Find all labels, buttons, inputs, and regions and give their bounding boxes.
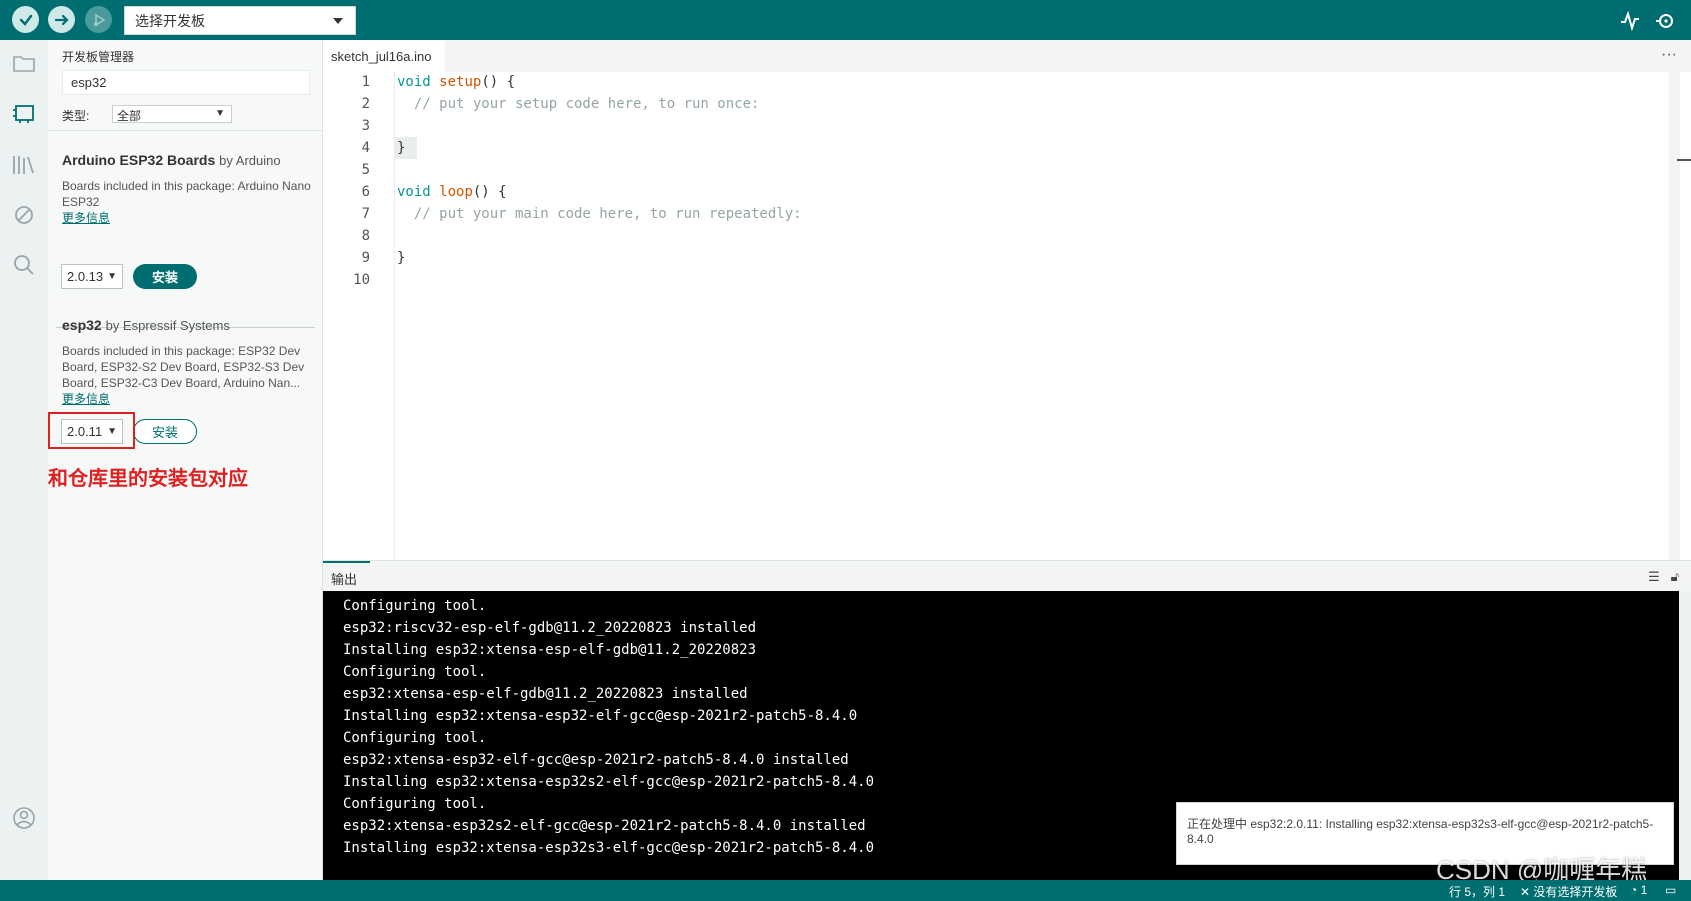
arrow-right-icon	[54, 14, 69, 25]
line-number-gutter: 1 2 3 4 5 6 7 8 9 10	[323, 72, 395, 560]
console-line: Configuring tool.	[343, 598, 487, 614]
line-number: 6	[361, 184, 370, 200]
package-name: Arduino ESP32 Boards	[62, 152, 216, 168]
library-icon[interactable]	[11, 152, 37, 178]
package-description: Boards included in this package: ESP32 D…	[62, 344, 305, 390]
version-value: 2.0.13	[67, 269, 104, 284]
more-options-icon[interactable]: ···	[1661, 46, 1677, 64]
code-line: // put your main code here, to run repea…	[397, 206, 802, 222]
caret-down-icon	[333, 18, 343, 24]
board-search-input[interactable]: esp32	[62, 70, 310, 95]
folder-icon[interactable]	[11, 50, 37, 76]
account-icon[interactable]	[11, 805, 37, 831]
line-number: 5	[361, 162, 370, 178]
line-number: 1	[361, 74, 370, 90]
layout-icon[interactable]: ▭	[1665, 883, 1676, 897]
verify-button[interactable]	[12, 6, 39, 33]
console-line: esp32:riscv32-esp-elf-gdb@11.2_20220823 …	[343, 620, 757, 636]
console-line: esp32:xtensa-esp32-elf-gcc@esp-2021r2-pa…	[343, 752, 849, 768]
console-line: Installing esp32:xtensa-esp32-elf-gcc@es…	[343, 708, 858, 724]
search-icon[interactable]	[11, 252, 37, 278]
code-line: // put your setup code here, to run once…	[397, 96, 760, 112]
more-info-link[interactable]: 更多信息	[62, 391, 312, 407]
clear-output-icon[interactable]: ☰	[1648, 569, 1660, 584]
package-author: by Espressif Systems	[105, 318, 230, 333]
version-select[interactable]: 2.0.13 ▼	[61, 264, 123, 289]
editor-scrollbar[interactable]	[1669, 72, 1680, 560]
annotation-text: 和仓库里的安装包对应	[48, 468, 248, 490]
debug-icon	[93, 13, 106, 26]
line-number: 3	[361, 118, 370, 134]
install-button[interactable]: 安装	[133, 419, 197, 444]
package-author: by Arduino	[219, 153, 281, 168]
output-actions: ☰ 🔓︎	[1648, 569, 1679, 585]
package-esp32: esp32 by Espressif Systems Boards includ…	[62, 317, 312, 407]
debug-button[interactable]	[85, 6, 112, 33]
tab-sketch[interactable]: sketch_jul16a.ino	[323, 40, 445, 72]
editor-tab-bar: sketch_jul16a.ino ···	[323, 40, 1691, 72]
debug-disabled-icon[interactable]	[11, 202, 37, 228]
code-line: void setup() {	[397, 74, 516, 90]
code-line: }	[397, 250, 406, 266]
type-filter-label: 类型:	[62, 109, 90, 123]
type-filter-value: 全部	[117, 109, 142, 123]
type-filter-select[interactable]: 全部 ▼	[112, 105, 232, 123]
package-arduino-esp32: Arduino ESP32 Boards by Arduino Boards i…	[62, 152, 312, 226]
console-line: Configuring tool.	[343, 664, 487, 680]
serial-plotter-icon[interactable]	[1619, 10, 1641, 32]
code-editor[interactable]: 1 2 3 4 5 6 7 8 9 10 void setup() { // p…	[323, 72, 1680, 560]
chevron-down-icon: ▼	[107, 271, 117, 282]
package-name: esp32	[62, 317, 102, 333]
annotation-highlight-box	[48, 412, 135, 449]
install-button[interactable]: 安装	[133, 264, 197, 289]
line-number: 7	[361, 206, 370, 222]
serial-monitor-icon[interactable]	[1654, 10, 1676, 32]
panel-divider	[48, 130, 322, 131]
notification-count-value: 1	[1640, 883, 1648, 897]
console-line: Configuring tool.	[343, 730, 487, 746]
upload-button[interactable]	[48, 6, 75, 33]
top-toolbar: 选择开发板	[0, 0, 1691, 40]
chevron-down-icon: ▼	[215, 108, 225, 119]
code-line: void loop() {	[397, 184, 507, 200]
notification-count[interactable]: ◔ 1	[1630, 883, 1647, 897]
output-header: 输出 ☰ 🔓︎	[323, 560, 1691, 591]
output-tab-indicator	[323, 561, 370, 563]
line-number: 8	[361, 228, 370, 244]
console-line: Installing esp32:xtensa-esp-elf-gdb@11.2…	[343, 642, 757, 658]
package-description: Boards included in this package: Arduino…	[62, 179, 311, 209]
console-line: esp32:xtensa-esp-elf-gdb@11.2_20220823 i…	[343, 686, 748, 702]
line-number: 10	[353, 272, 370, 288]
status-bar: 行 5，列 1 ✕ 没有选择开发板 ◔ 1 ▭	[0, 880, 1691, 901]
checkmark-icon	[19, 14, 32, 26]
unlock-icon[interactable]: 🔓︎	[1671, 569, 1679, 584]
output-title[interactable]: 输出	[331, 569, 357, 588]
line-number: 4	[361, 140, 370, 156]
panel-title: 开发板管理器	[62, 50, 135, 64]
scrollbar-cursor-marker	[1677, 159, 1691, 161]
boards-manager-icon[interactable]	[11, 100, 37, 126]
more-info-link[interactable]: 更多信息	[62, 210, 312, 226]
bell-icon: ◔	[1630, 883, 1638, 897]
boards-manager-panel: 开发板管理器 esp32 类型: 全部 ▼ Arduino ESP32 Boar…	[48, 40, 323, 880]
code-line: }	[397, 140, 406, 156]
line-number: 2	[361, 96, 370, 112]
line-number: 9	[361, 250, 370, 266]
cursor-position[interactable]: 行 5，列 1	[1449, 883, 1505, 900]
activity-bar	[0, 40, 48, 880]
board-select-dropdown[interactable]: 选择开发板	[124, 6, 356, 35]
notification-message: 正在处理中 esp32:2.0.11: Installing esp32:xte…	[1187, 817, 1654, 846]
console-scrollbar[interactable]	[1679, 591, 1691, 880]
board-status[interactable]: ✕ 没有选择开发板	[1520, 883, 1617, 900]
board-select-label: 选择开发板	[135, 12, 205, 29]
console-line: Installing esp32:xtensa-esp32s2-elf-gcc@…	[343, 774, 875, 790]
